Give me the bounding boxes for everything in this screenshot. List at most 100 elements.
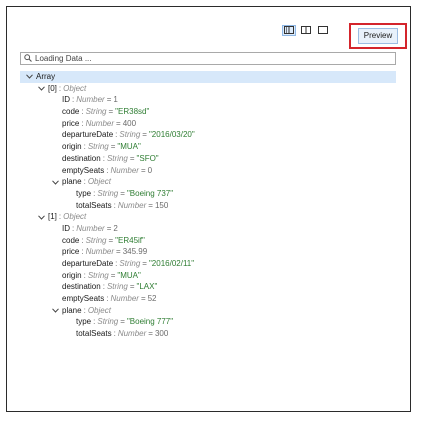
value-separator: = <box>120 188 125 198</box>
chevron-down-icon[interactable] <box>51 179 59 185</box>
type-separator: : <box>81 235 84 245</box>
node-key: destination <box>62 153 101 163</box>
tree-item-row[interactable]: [1]: Object <box>20 211 396 223</box>
node-key: price <box>62 247 80 257</box>
tree-field-row[interactable]: price: Number = 345.99 <box>20 246 396 258</box>
preview-button[interactable]: Preview <box>357 28 399 44</box>
node-value: "MUA" <box>117 142 141 152</box>
node-key: code <box>62 107 80 117</box>
tree-field-row[interactable]: totalSeats: Number = 150 <box>20 200 396 212</box>
chevron-down-icon[interactable] <box>37 86 45 91</box>
type-separator: : <box>115 130 118 140</box>
single-pane-icon[interactable] <box>316 25 330 36</box>
node-type: String <box>106 153 128 163</box>
value-separator: = <box>110 270 116 280</box>
node-key: origin <box>62 142 82 152</box>
tree-plane-row[interactable]: plane: Object <box>20 305 396 317</box>
node-key: code <box>62 235 80 245</box>
type-separator: : <box>72 223 75 233</box>
node-value: "SFO" <box>136 153 159 163</box>
tree-field-row[interactable]: totalSeats: Number = 300 <box>20 328 396 340</box>
tree-root-row[interactable]: Array <box>20 71 396 83</box>
node-value: 1 <box>113 95 118 105</box>
search-field[interactable]: Loading Data ... <box>20 52 396 65</box>
node-value: "ER45if" <box>115 235 145 245</box>
value-separator: = <box>110 142 116 152</box>
node-type: String <box>87 270 109 280</box>
tree-field-row[interactable]: departureDate: String = "2016/02/11" <box>20 258 396 270</box>
value-separator: = <box>140 165 146 175</box>
chevron-down-icon[interactable] <box>37 215 45 220</box>
tree-field-row[interactable]: departureDate: String = "2016/03/20" <box>20 129 396 141</box>
node-type: String <box>97 317 119 327</box>
tree-field-row[interactable]: emptySeats: Number = 52 <box>20 293 396 305</box>
node-value: 150 <box>154 200 169 210</box>
node-key: emptySeats <box>62 294 105 304</box>
value-separator: = <box>108 235 114 245</box>
node-value: "MUA" <box>117 270 141 280</box>
node-type: String <box>85 107 107 117</box>
node-key: departureDate <box>62 130 114 140</box>
tree-plane-row[interactable]: plane: Object <box>20 176 396 188</box>
tree-field-row[interactable]: type: String = "Boeing 737" <box>20 188 396 200</box>
node-type: String <box>87 142 109 152</box>
node-key: origin <box>62 270 82 280</box>
tree-field-row[interactable]: destination: String = "LAX" <box>20 281 396 293</box>
type-separator: : <box>83 177 86 187</box>
node-key: ID <box>62 95 70 105</box>
chevron-down-icon[interactable] <box>51 308 59 313</box>
value-separator: = <box>106 95 112 105</box>
node-value: "2016/03/20" <box>148 130 195 140</box>
type-separator: : <box>102 153 105 163</box>
value-separator: = <box>148 329 153 339</box>
node-type: Number <box>110 165 139 175</box>
node-key: [1] <box>48 212 57 222</box>
type-separator: : <box>113 200 116 210</box>
node-value: 345.99 <box>122 247 148 257</box>
node-key: totalSeats <box>76 329 112 339</box>
tree-field-row[interactable]: price: Number = 400 <box>20 118 396 130</box>
type-separator: : <box>102 282 105 292</box>
node-key: price <box>62 118 80 128</box>
tree-field-row[interactable]: type: String = "Boeing 777" <box>20 316 396 328</box>
node-type: Number <box>85 247 115 257</box>
tree-field-row[interactable]: destination: String = "SFO" <box>20 153 396 165</box>
type-separator: : <box>83 142 86 152</box>
tree-item-row[interactable]: [0]: Object <box>20 83 396 95</box>
tree-field-row[interactable]: ID: Number = 1 <box>20 94 396 106</box>
tree-field-row[interactable]: emptySeats: Number = 0 <box>20 165 396 177</box>
node-type: String <box>97 188 119 198</box>
split-horizontal-icon[interactable] <box>299 25 313 36</box>
type-separator: : <box>72 95 75 105</box>
tree-field-row[interactable]: origin: String = "MUA" <box>20 270 396 282</box>
type-separator: : <box>81 247 84 257</box>
search-placeholder: Loading Data ... <box>35 54 92 63</box>
node-type: Object <box>87 177 111 187</box>
type-separator: : <box>106 165 109 175</box>
node-key: ID <box>62 223 70 233</box>
type-separator: : <box>113 329 116 339</box>
type-separator: : <box>93 317 96 327</box>
tree-field-row[interactable]: origin: String = "MUA" <box>20 141 396 153</box>
value-separator: = <box>120 317 125 327</box>
node-type: Number <box>76 95 105 105</box>
node-value: 2 <box>113 223 118 233</box>
chevron-down-icon[interactable] <box>25 74 33 80</box>
node-type: String <box>119 259 141 268</box>
value-separator: = <box>106 223 112 233</box>
type-separator: : <box>93 188 96 198</box>
node-type: Number <box>76 223 105 233</box>
node-key: departureDate <box>62 259 114 268</box>
tree-field-row[interactable]: ID: Number = 2 <box>20 223 396 235</box>
node-value: "2016/02/11" <box>148 259 195 268</box>
split-vertical-icon[interactable] <box>282 24 296 36</box>
json-tree: Array [0]: Object ID: Number = 1 code: String = "E… <box>20 71 396 340</box>
value-separator: = <box>129 153 135 163</box>
node-key: type <box>76 317 92 327</box>
node-value: 400 <box>122 118 137 128</box>
tree-field-row[interactable]: code: String = "ER45if" <box>20 235 396 247</box>
node-value: "Boeing 777" <box>126 317 174 327</box>
type-separator: : <box>81 107 84 117</box>
node-value: "ER38sd" <box>115 107 150 117</box>
tree-field-row[interactable]: code: String = "ER38sd" <box>20 106 396 118</box>
